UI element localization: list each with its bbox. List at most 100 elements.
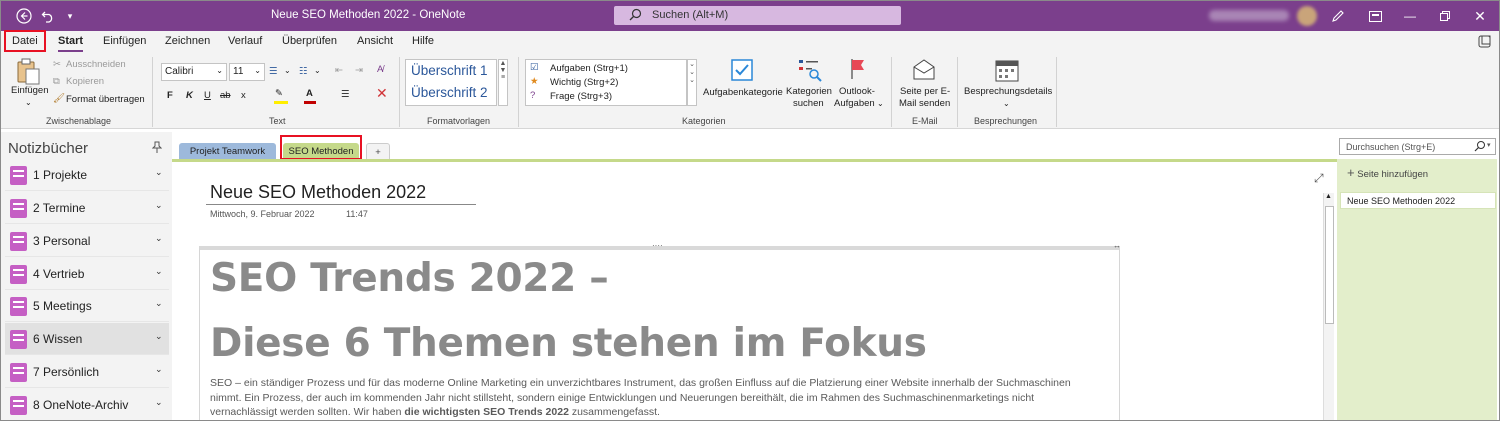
add-section-button[interactable]: + (366, 143, 390, 160)
styles-gallery[interactable]: Überschrift 1 Überschrift 2 (405, 59, 497, 106)
tag-item[interactable]: Frage (Strg+3) (550, 91, 612, 102)
resize-handle[interactable]: ↔ (1113, 241, 1121, 250)
minimize-icon[interactable]: — (1401, 7, 1419, 25)
bold-button[interactable]: F (167, 90, 173, 102)
font-color-icon[interactable]: A (306, 88, 313, 100)
tab-ansicht[interactable]: Ansicht (357, 35, 393, 47)
chevron-down-icon[interactable]: ⌄ (155, 167, 163, 178)
find-tags-icon[interactable] (798, 58, 822, 85)
pen-icon[interactable] (1329, 7, 1347, 25)
bullets-icon[interactable]: ☰ (269, 66, 278, 78)
notebook-item-selected[interactable]: 6 Wissen ⌄ (5, 323, 169, 355)
tab-ueberpruefen[interactable]: Überprüfen (282, 35, 337, 47)
notebook-item[interactable]: 5 Meetings ⌄ (5, 290, 169, 322)
customize-quick-access-icon[interactable]: ▾ (61, 7, 79, 25)
paste-button[interactable]: Einfügen (11, 85, 49, 97)
notebook-item[interactable]: 2 Termine ⌄ (5, 192, 169, 224)
chevron-down-icon[interactable]: ⌄ (155, 233, 163, 244)
increase-indent-icon[interactable]: ⇥ (355, 65, 363, 77)
highlight-icon[interactable]: ✎ (275, 88, 283, 100)
copy-button[interactable]: Kopieren (66, 76, 104, 88)
notifications-icon[interactable] (1478, 35, 1491, 51)
email-label-2[interactable]: Mail senden (899, 98, 950, 110)
numbering-dropdown-icon[interactable]: ⌄ (314, 65, 321, 77)
tab-verlauf[interactable]: Verlauf (228, 35, 262, 47)
chevron-down-icon[interactable]: ⌄ (155, 397, 163, 408)
calendar-icon[interactable] (995, 58, 1019, 85)
chevron-down-icon[interactable]: ⌄ (155, 364, 163, 375)
intro-paragraph[interactable]: SEO – ein ständiger Prozess und für das … (210, 376, 1090, 420)
add-page-button[interactable]: + Seite hinzufügen (1347, 165, 1428, 180)
close-icon[interactable]: ✕ (1471, 7, 1489, 25)
chevron-down-icon[interactable]: ▾ (1487, 141, 1491, 149)
page-title[interactable]: Neue SEO Methoden 2022 (210, 182, 426, 203)
page-list-item[interactable]: Neue SEO Methoden 2022 (1340, 192, 1496, 209)
font-name-select[interactable]: Calibri ⌄ (161, 63, 227, 81)
tab-zeichnen[interactable]: Zeichnen (165, 35, 210, 47)
tag-category-button[interactable]: Aufgabenkategorie (703, 87, 783, 99)
strikethrough-button[interactable]: ab (220, 90, 231, 102)
scroll-up-icon[interactable]: ▲ (1325, 193, 1332, 200)
back-icon[interactable] (15, 7, 33, 25)
notebook-item[interactable]: 3 Personal ⌄ (5, 225, 169, 257)
chevron-down-icon[interactable]: ⌄ (155, 298, 163, 309)
meeting-details-button[interactable]: Besprechungsdetails (964, 86, 1052, 98)
chevron-down-icon[interactable]: ⌄ (1003, 98, 1010, 110)
notebook-item[interactable]: 1 Projekte ⌄ (5, 159, 169, 191)
bullets-dropdown-icon[interactable]: ⌄ (284, 65, 291, 77)
notebook-item[interactable]: 4 Vertrieb ⌄ (5, 258, 169, 290)
outlook-tasks-icon[interactable] (849, 58, 867, 83)
clear-formatting-icon[interactable]: A̸ (377, 64, 383, 76)
search-icon[interactable] (1474, 140, 1486, 154)
search-box[interactable]: Suchen (Alt+M) (614, 6, 901, 25)
tab-start[interactable]: Start (58, 35, 84, 52)
chevron-down-icon[interactable]: ⌄ (155, 331, 163, 342)
tags-gallery[interactable]: ☑ Aufgaben (Strg+1) ★ Wichtig (Strg+2) ?… (525, 59, 687, 106)
expand-icon[interactable]: ⤢ (1314, 171, 1324, 186)
underline-button[interactable]: U (204, 90, 211, 102)
align-icon[interactable]: ☰ (341, 89, 350, 101)
tag-category-icon[interactable] (731, 59, 753, 84)
heading-line-1[interactable]: SEO Trends 2022 – (210, 256, 609, 301)
style-heading-1[interactable]: Überschrift 1 (411, 63, 488, 78)
tags-scroll[interactable]: ⌄ ⌄ ⌄ (687, 59, 697, 106)
restore-icon[interactable] (1436, 7, 1454, 25)
heading-line-2[interactable]: Diese 6 Themen stehen im Fokus (210, 321, 927, 366)
scroll-thumb[interactable] (1325, 206, 1334, 324)
paste-dropdown-icon[interactable]: ⌄ (25, 97, 32, 109)
section-tab-teamwork[interactable]: Projekt Teamwork (179, 143, 276, 160)
format-painter-button[interactable]: Format übertragen (66, 94, 145, 106)
outlook-tasks-label-2[interactable]: Aufgaben (834, 98, 875, 110)
notebook-item[interactable]: 8 OneNote-Archiv ⌄ (5, 389, 169, 420)
ribbon-display-icon[interactable] (1366, 7, 1384, 25)
find-tags-label[interactable]: Kategorien (786, 86, 832, 98)
page-scrollbar[interactable]: ▲ (1323, 193, 1334, 420)
avatar[interactable] (1297, 6, 1317, 26)
delete-icon[interactable]: ✕ (376, 86, 388, 100)
notebook-item[interactable]: 7 Persönlich ⌄ (5, 356, 169, 388)
italic-button[interactable]: K (186, 90, 193, 102)
find-tags-label-2[interactable]: suchen (793, 98, 824, 110)
style-heading-2[interactable]: Überschrift 2 (411, 85, 488, 100)
chevron-down-icon[interactable]: ⌄ (155, 266, 163, 277)
cut-button[interactable]: Ausschneiden (66, 59, 126, 71)
container-handle[interactable]: ···· (652, 241, 663, 250)
pin-icon[interactable] (151, 141, 163, 156)
font-size-select[interactable]: 11 ⌄ (229, 63, 265, 81)
outlook-tasks-label[interactable]: Outlook- (839, 86, 875, 98)
chevron-down-icon[interactable]: ⌄ (877, 98, 884, 110)
tab-hilfe[interactable]: Hilfe (412, 35, 434, 47)
numbering-icon[interactable]: ☷ (299, 66, 308, 78)
user-name[interactable] (1209, 10, 1289, 21)
decrease-indent-icon[interactable]: ⇤ (335, 65, 343, 77)
email-icon[interactable] (912, 59, 936, 84)
search-notebooks-input[interactable]: Durchsuchen (Strg+E) ▾ (1339, 138, 1496, 155)
tag-item[interactable]: Aufgaben (Strg+1) (550, 63, 628, 74)
undo-icon[interactable] (39, 7, 57, 25)
subscript-button[interactable]: x (241, 90, 246, 102)
styles-scroll[interactable]: ▲ ▼ ≡ (498, 59, 508, 106)
tag-item[interactable]: Wichtig (Strg+2) (550, 77, 618, 88)
chevron-down-icon[interactable]: ⌄ (155, 200, 163, 211)
tab-einfuegen[interactable]: Einfügen (103, 35, 146, 47)
email-label[interactable]: Seite per E- (900, 86, 950, 98)
